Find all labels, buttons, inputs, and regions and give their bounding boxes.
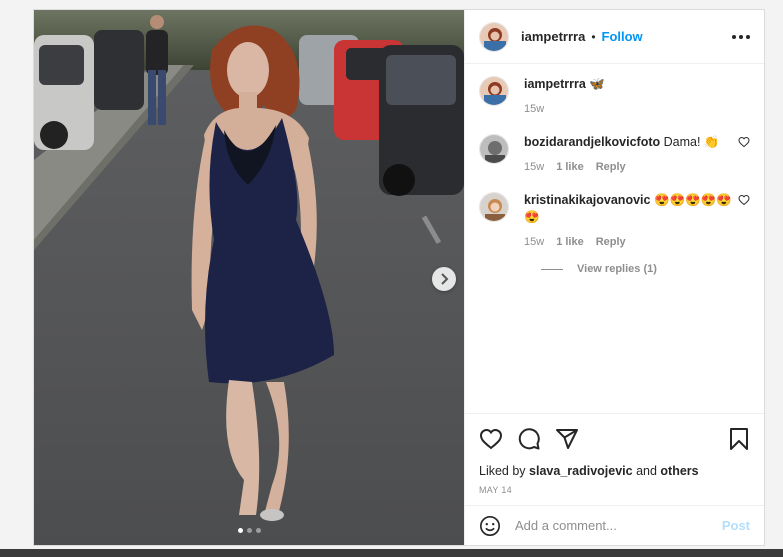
comment-meta: 15w 1 like Reply [524,234,744,251]
likes-prefix: Liked by [479,464,526,478]
likes-joiner: and [636,464,657,478]
comment-body: bozidarandjelkovicfoto Dama! 👏 15w 1 lik… [524,134,744,176]
caption-username[interactable]: iampetrrra [524,77,586,91]
next-image-button[interactable] [432,267,456,291]
chevron-right-icon [441,273,449,285]
post-actions: Liked by slava_radivojevic and others MA… [465,413,764,495]
commenter-avatar[interactable] [479,192,509,222]
author-avatar[interactable] [479,21,509,52]
post-header: iampetrrra • Follow [465,10,764,64]
caption-body: iampetrrra 🦋 15w [524,76,744,118]
carousel-dot [255,528,261,533]
comment-text: Dama! 👏 [663,135,720,149]
post-media[interactable] [34,10,464,545]
post-photo [34,10,464,545]
post-date[interactable]: MAY 14 [479,485,750,495]
action-icons [479,426,750,452]
comment-meta: 15w 1 like Reply [524,159,744,176]
comment-like-count[interactable]: 1 like [556,159,584,176]
liked-by-others[interactable]: others [660,464,698,478]
page-backdrop-strip [0,549,783,557]
header-separator: • [591,29,596,44]
avatar-image [480,22,508,51]
comment-body: kristinakikajovanovic 😍😍😍😍😍😍 15w 1 like … [524,192,744,251]
comment-username[interactable]: kristinakikajovanovic [524,193,650,207]
likes-summary: Liked by slava_radivojevic and others [479,464,750,478]
view-replies-button[interactable]: View replies (1) [541,263,750,275]
caption-text: 🦋 [589,77,605,91]
heart-icon[interactable] [738,194,750,206]
carousel-indicator [34,528,464,533]
caption-age[interactable]: 15w [524,101,544,118]
share-icon[interactable] [555,427,579,451]
emoji-icon[interactable] [479,515,501,537]
heart-icon[interactable] [479,427,503,451]
follow-button[interactable]: Follow [602,29,643,44]
reply-button[interactable]: Reply [596,159,626,176]
liked-by-user[interactable]: slava_radivojevic [529,464,633,478]
comment-age[interactable]: 15w [524,234,544,251]
view-replies-label: View replies (1) [577,263,657,275]
comment-input[interactable] [515,518,722,533]
caption-meta: 15w [524,101,744,118]
comment-item: kristinakikajovanovic 😍😍😍😍😍😍 15w 1 like … [479,192,750,251]
author-avatar[interactable] [479,76,509,106]
avatar-image [480,135,508,163]
reply-button[interactable]: Reply [596,234,626,251]
post-modal: iampetrrra • Follow iampetrrra 🦋 15w boz… [33,9,765,546]
post-side-panel: iampetrrra • Follow iampetrrra 🦋 15w boz… [464,10,764,545]
comment-like-count[interactable]: 1 like [556,234,584,251]
comment-age[interactable]: 15w [524,159,544,176]
heart-icon[interactable] [738,136,750,148]
comments-list: iampetrrra 🦋 15w bozidarandjelkovicfoto … [465,64,764,413]
avatar-image [480,77,508,105]
more-options-icon[interactable] [732,34,750,39]
author-username[interactable]: iampetrrra [521,29,585,44]
carousel-dot [246,528,252,533]
replies-line [541,268,563,270]
carousel-dot [237,528,243,533]
caption: iampetrrra 🦋 15w [479,76,750,118]
add-comment-bar: Post [465,505,764,545]
bookmark-icon[interactable] [728,427,750,451]
comment-icon[interactable] [517,427,541,451]
avatar-image [480,193,508,221]
comment-username[interactable]: bozidarandjelkovicfoto [524,135,660,149]
post-comment-button[interactable]: Post [722,518,750,533]
comment-item: bozidarandjelkovicfoto Dama! 👏 15w 1 lik… [479,134,750,176]
commenter-avatar[interactable] [479,134,509,164]
